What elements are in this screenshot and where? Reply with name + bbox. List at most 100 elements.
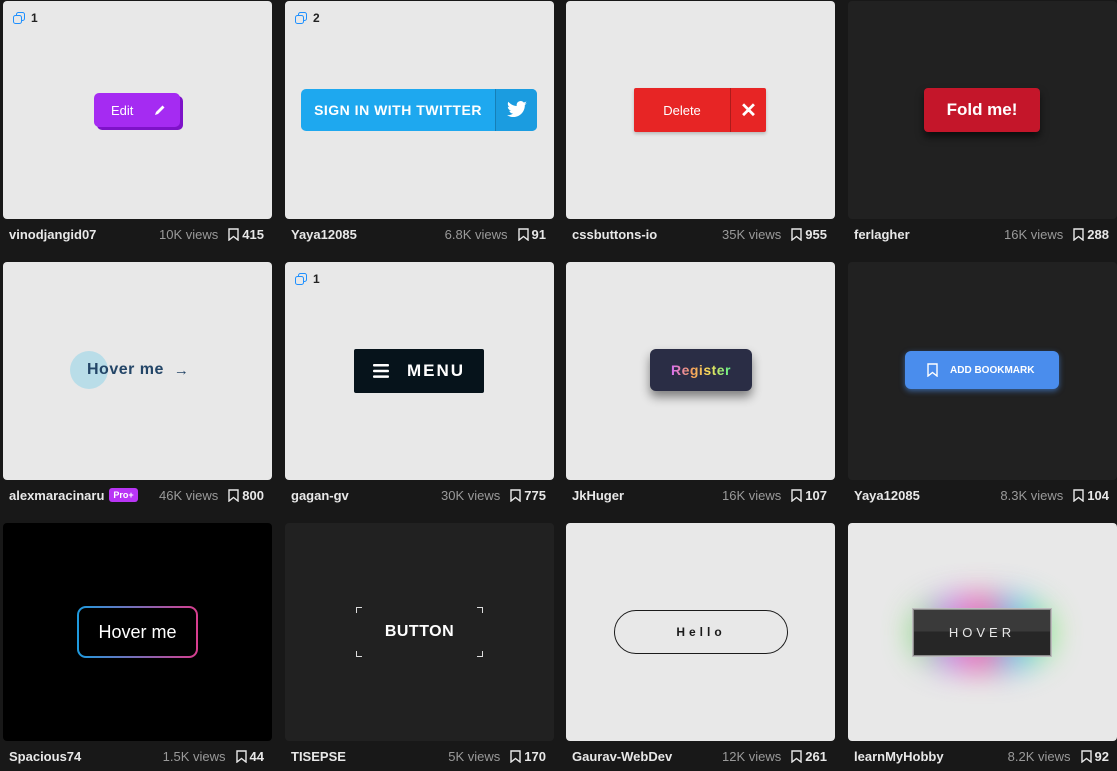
card-meta: learnMyHobby 8.2K views 92	[848, 745, 1117, 767]
author-name[interactable]: cssbuttons-io	[572, 227, 657, 242]
card-preview[interactable]: 1 Edit	[3, 1, 272, 219]
bracket-button[interactable]: BUTTON	[356, 607, 483, 657]
save-button[interactable]: 92	[1080, 748, 1109, 764]
bookmark-icon	[791, 749, 802, 763]
copy-count-badge: 2	[295, 11, 320, 25]
card-preview[interactable]: Hover me →	[3, 262, 272, 480]
save-button[interactable]: 104	[1073, 488, 1109, 503]
bookmark-icon	[235, 749, 247, 763]
svg-text:Register: Register	[671, 362, 731, 378]
card-preview[interactable]: BUTTON	[285, 523, 554, 741]
view-count: 8.3K views	[1000, 487, 1064, 503]
close-x-icon: ✕	[730, 88, 766, 132]
save-count: 104	[1087, 487, 1109, 503]
view-count: 46K views	[159, 487, 219, 503]
card-meta: ferlagher 16K views 288	[848, 223, 1117, 245]
save-button[interactable]: 415	[228, 227, 264, 242]
corner-bracket	[356, 651, 362, 657]
hover-me-gradient-button[interactable]: Hover me	[77, 606, 198, 658]
add-bookmark-label: ADD BOOKMARK	[950, 364, 1035, 376]
card-meta: alexmaracinaru Pro+ 46K views 800	[3, 484, 272, 506]
card-meta: gagan-gv 30K views 775	[285, 484, 554, 506]
save-button[interactable]: 288	[1073, 227, 1109, 242]
bookmark-icon	[517, 227, 529, 241]
bookmark-icon	[510, 488, 521, 502]
author-name[interactable]: JkHuger	[572, 488, 624, 503]
author-name[interactable]: ferlagher	[854, 227, 910, 242]
save-count: 415	[242, 226, 264, 242]
view-count: 8.2K views	[1007, 748, 1071, 764]
save-button[interactable]: 775	[510, 488, 546, 503]
fold-me-button[interactable]: Fold me!	[924, 88, 1040, 132]
save-count: 288	[1087, 226, 1109, 242]
delete-button[interactable]: Delete ✕	[634, 88, 766, 132]
author-name[interactable]: gagan-gv	[291, 488, 349, 503]
copy-icon	[13, 12, 25, 24]
save-button[interactable]: 170	[510, 749, 546, 764]
author-name[interactable]: learnMyHobby	[854, 749, 944, 764]
copy-count: 1	[31, 11, 38, 25]
card-preview[interactable]: ADD BOOKMARK	[848, 262, 1117, 480]
view-count: 6.8K views	[444, 226, 508, 242]
card-meta: TISEPSE 5K views 170	[285, 745, 554, 767]
card-meta: Gaurav-WebDev 12K views 261	[566, 745, 835, 767]
corner-bracket	[477, 607, 483, 613]
card-meta: Yaya12085 6.8K views 91	[285, 223, 554, 245]
delete-label: Delete	[663, 102, 701, 118]
card-meta: Spacious74 1.5K views 44	[3, 745, 272, 767]
card-preview[interactable]: HOVER	[848, 523, 1117, 741]
pro-badge[interactable]: Pro+	[109, 488, 138, 502]
card-preview[interactable]: Hello	[566, 523, 835, 741]
view-count: 16K views	[1004, 226, 1064, 242]
card-preview[interactable]: Hover me	[3, 523, 272, 741]
author-name[interactable]: Yaya12085	[854, 488, 920, 503]
save-button[interactable]: 955	[791, 227, 827, 242]
save-button[interactable]: 107	[791, 488, 827, 503]
view-count: 12K views	[722, 748, 782, 764]
edit-button[interactable]: Edit	[94, 93, 180, 127]
save-count: 107	[805, 487, 827, 503]
menu-button[interactable]: MENU	[354, 349, 484, 393]
card-meta: cssbuttons-io 35K views 955	[566, 223, 835, 245]
add-bookmark-button[interactable]: ADD BOOKMARK	[905, 351, 1059, 389]
card-preview[interactable]: Delete ✕	[566, 1, 835, 219]
author-name[interactable]: alexmaracinaru	[9, 488, 104, 503]
save-button[interactable]: 44	[235, 748, 264, 764]
pencil-icon	[155, 105, 165, 115]
register-label: Register	[671, 362, 731, 378]
card-meta: JkHuger 16K views 107	[566, 484, 835, 506]
view-count: 1.5K views	[162, 748, 226, 764]
author-name[interactable]: vinodjangid07	[9, 227, 96, 242]
save-button[interactable]: 91	[517, 226, 546, 242]
button-label: BUTTON	[384, 623, 455, 640]
author-name[interactable]: Yaya12085	[291, 227, 357, 242]
save-button[interactable]: 261	[791, 749, 827, 764]
save-button[interactable]: 800	[228, 488, 264, 503]
author-name[interactable]: Spacious74	[9, 749, 81, 764]
card-preview[interactable]: Register	[566, 262, 835, 480]
hover-me-arrow-button[interactable]: Hover me →	[70, 350, 230, 390]
copy-count-badge: 1	[13, 11, 38, 25]
hello-button[interactable]: Hello	[614, 610, 788, 654]
hover-me-label: Hover me	[87, 361, 164, 378]
card-preview[interactable]: 2 SIGN IN WITH TWITTER	[285, 1, 554, 219]
register-button[interactable]: Register	[650, 349, 752, 391]
card-meta: Yaya12085 8.3K views 104	[848, 484, 1117, 506]
card-preview[interactable]: 1 MENU	[285, 262, 554, 480]
author-name[interactable]: Gaurav-WebDev	[572, 749, 672, 764]
sign-in-twitter-button[interactable]: SIGN IN WITH TWITTER	[301, 89, 537, 131]
save-count: 91	[531, 226, 546, 242]
bookmark-icon	[1073, 488, 1084, 502]
copy-count: 1	[313, 272, 320, 286]
save-count: 44	[249, 748, 264, 764]
hover-glow-button[interactable]: HOVER	[912, 608, 1052, 657]
author-name[interactable]: TISEPSE	[291, 749, 346, 764]
twitter-bird-icon	[495, 89, 537, 131]
save-count: 92	[1094, 748, 1109, 764]
card-preview[interactable]: Fold me!	[848, 1, 1117, 219]
save-count: 955	[805, 226, 827, 242]
bookmark-icon	[510, 749, 521, 763]
view-count: 16K views	[722, 487, 782, 503]
view-count: 35K views	[722, 226, 782, 242]
view-count: 10K views	[159, 226, 219, 242]
